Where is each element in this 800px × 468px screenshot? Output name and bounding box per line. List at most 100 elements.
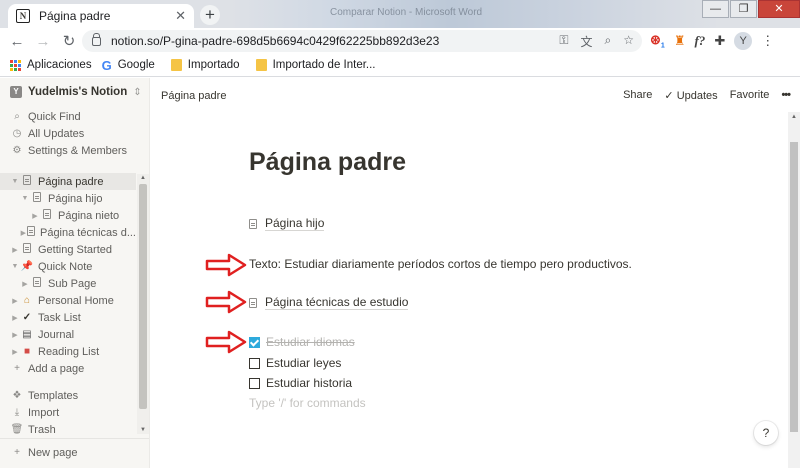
close-window-button[interactable]: ✕: [758, 0, 800, 18]
formula-extension-icon[interactable]: f?: [694, 33, 705, 49]
kebab-menu-icon[interactable]: ⋮: [761, 33, 774, 49]
collapsed-arrow-icon[interactable]: ▶: [30, 212, 40, 220]
workspace-switcher[interactable]: Y Yudelmis's Notion ⇕: [10, 86, 142, 98]
trash-icon: 🗑: [10, 424, 24, 435]
tab-title: Página padre: [39, 9, 111, 23]
collapsed-arrow-icon[interactable]: ▶: [10, 348, 20, 356]
sidebar-item-task-list[interactable]: ▶ ✓ Task List: [0, 309, 136, 326]
sub-page-link-tecnicas[interactable]: Página técnicas de estudio: [249, 295, 409, 310]
window-controls: — ❐ ✕: [701, 0, 800, 18]
collapsed-arrow-icon[interactable]: ▶: [20, 280, 30, 288]
chevron-updown-icon: ⇕: [133, 86, 142, 98]
collapsed-arrow-icon[interactable]: ▶: [10, 331, 20, 339]
todo-item[interactable]: Estudiar historia: [249, 376, 352, 390]
sidebar-quick-find[interactable]: ⌕ Quick Find: [0, 108, 136, 125]
address-bar[interactable]: notion.so/P-gina-padre-698d5b6694c0429f6…: [82, 30, 642, 52]
bookmark-label: Importado: [187, 59, 240, 71]
sidebar-item-sub-page[interactable]: ▶ Sub Page: [0, 275, 136, 292]
sidebar-label: Getting Started: [38, 243, 112, 256]
collapsed-arrow-icon[interactable]: ▶: [10, 314, 20, 322]
scroll-down-icon[interactable]: ▼: [140, 427, 146, 433]
page-title[interactable]: Página padre: [249, 148, 406, 177]
browser-tab[interactable]: N Página padre ✕: [8, 4, 194, 28]
sidebar-trash[interactable]: 🗑 Trash: [0, 421, 136, 438]
todo-item[interactable]: Estudiar idiomas: [249, 335, 355, 349]
sidebar-item-pagina-hijo[interactable]: ▼ Página hijo: [0, 190, 136, 207]
checkbox-checked[interactable]: [249, 336, 260, 348]
sidebar-label: Reading List: [38, 345, 100, 358]
updates-button[interactable]: ✓ Updates: [664, 89, 717, 102]
checkbox-unchecked[interactable]: [249, 357, 260, 369]
collapsed-arrow-icon[interactable]: ▶: [10, 297, 20, 305]
collapsed-arrow-icon[interactable]: ▶: [10, 246, 20, 254]
puzzle-icon[interactable]: ✚: [714, 33, 725, 49]
sidebar-templates[interactable]: ❖ Templates: [0, 387, 136, 404]
todo-label: Estudiar historia: [266, 376, 353, 390]
add-page-button[interactable]: + Add a page: [0, 360, 136, 377]
checkbox-unchecked[interactable]: [249, 377, 260, 389]
expanded-arrow-icon[interactable]: ▼: [20, 195, 30, 202]
scrollbar-thumb[interactable]: [790, 142, 798, 432]
scroll-up-icon[interactable]: ▲: [791, 114, 797, 120]
sub-page-link-hijo[interactable]: Página hijo: [249, 216, 325, 231]
favorite-button[interactable]: Favorite: [730, 89, 770, 102]
key-icon[interactable]: ⚿: [559, 33, 568, 50]
main-scrollbar[interactable]: ▲: [788, 112, 800, 468]
sidebar-item-pagina-nieto[interactable]: ▶ Página nieto: [0, 207, 136, 224]
more-options-icon[interactable]: •••: [781, 89, 791, 102]
sidebar-label: Task List: [38, 311, 81, 324]
new-page-button[interactable]: + New page: [0, 444, 136, 461]
bookmark-importado-inter[interactable]: Importado de Inter...: [255, 59, 376, 71]
page-icon: [249, 297, 257, 308]
expanded-arrow-icon[interactable]: ▼: [10, 178, 20, 185]
breadcrumb[interactable]: Página padre: [161, 90, 226, 102]
sidebar-scrollbar[interactable]: ▲ ▼: [137, 174, 149, 434]
close-icon[interactable]: ✕: [175, 8, 186, 24]
page-icon: [249, 218, 257, 229]
profile-avatar[interactable]: Y: [734, 32, 753, 50]
scroll-up-icon[interactable]: ▲: [140, 175, 146, 181]
extensions-area: ⊛1 ♜ f? ✚ Y ⋮: [650, 32, 774, 50]
sidebar-item-reading-list[interactable]: ▶ ■ Reading List: [0, 343, 136, 360]
sidebar-item-pagina-tecnicas[interactable]: ▶ Página técnicas d...: [0, 224, 136, 241]
bookmark-label: Aplicaciones: [27, 59, 92, 71]
sidebar-item-journal[interactable]: ▶ ▤ Journal: [0, 326, 136, 343]
sidebar-label: Personal Home: [38, 294, 114, 307]
share-button[interactable]: Share: [623, 89, 652, 102]
back-arrow-icon[interactable]: ←: [4, 33, 30, 50]
minimize-button[interactable]: —: [702, 0, 729, 18]
sidebar-item-getting-started[interactable]: ▶ Getting Started: [0, 241, 136, 258]
sidebar-all-updates[interactable]: ◷ All Updates: [0, 125, 136, 142]
maximize-button[interactable]: ❐: [730, 0, 757, 18]
folder-icon: [255, 59, 267, 71]
translate-icon[interactable]: 文: [580, 33, 592, 50]
sidebar-label: All Updates: [28, 127, 85, 140]
lighthouse-icon[interactable]: ♜: [674, 33, 686, 49]
sidebar-item-quick-note[interactable]: ▼ 📌 Quick Note: [0, 258, 136, 275]
new-tab-button[interactable]: +: [200, 5, 220, 25]
zoom-icon[interactable]: ⌕: [605, 33, 612, 50]
text-block[interactable]: Texto: Estudiar diariamente períodos cor…: [249, 257, 632, 271]
scrollbar-thumb[interactable]: [139, 184, 147, 409]
sidebar-import[interactable]: ⤓ Import: [0, 404, 136, 421]
todo-item[interactable]: Estudiar leyes: [249, 356, 341, 370]
bookmark-google[interactable]: G Google: [102, 58, 155, 73]
sidebar-item-personal-home[interactable]: ▶ ⌂ Personal Home: [0, 292, 136, 309]
bookmark-apps[interactable]: Aplicaciones: [10, 59, 92, 71]
page-icon: [20, 243, 34, 256]
annotation-arrow-icon: [205, 290, 247, 314]
extension-badge-icon[interactable]: ⊛1: [650, 32, 665, 50]
collapsed-arrow-icon[interactable]: ▶: [20, 229, 27, 237]
star-icon[interactable]: ☆: [623, 33, 634, 50]
empty-block[interactable]: Type '/' for commands: [249, 396, 366, 410]
expanded-arrow-icon[interactable]: ▼: [10, 263, 20, 270]
bookmark-label: Google: [117, 59, 155, 71]
bookmark-importado[interactable]: Importado: [170, 59, 240, 71]
forward-arrow-icon[interactable]: →: [30, 33, 56, 50]
sidebar-item-pagina-padre[interactable]: ▼ Página padre: [0, 173, 136, 190]
url-text[interactable]: notion.so/P-gina-padre-698d5b6694c0429f6…: [111, 34, 439, 48]
reload-icon[interactable]: ↻: [56, 32, 82, 50]
sidebar-settings[interactable]: ⚙ Settings & Members: [0, 142, 136, 159]
page-icon: [27, 226, 36, 239]
help-button[interactable]: ?: [754, 421, 778, 445]
